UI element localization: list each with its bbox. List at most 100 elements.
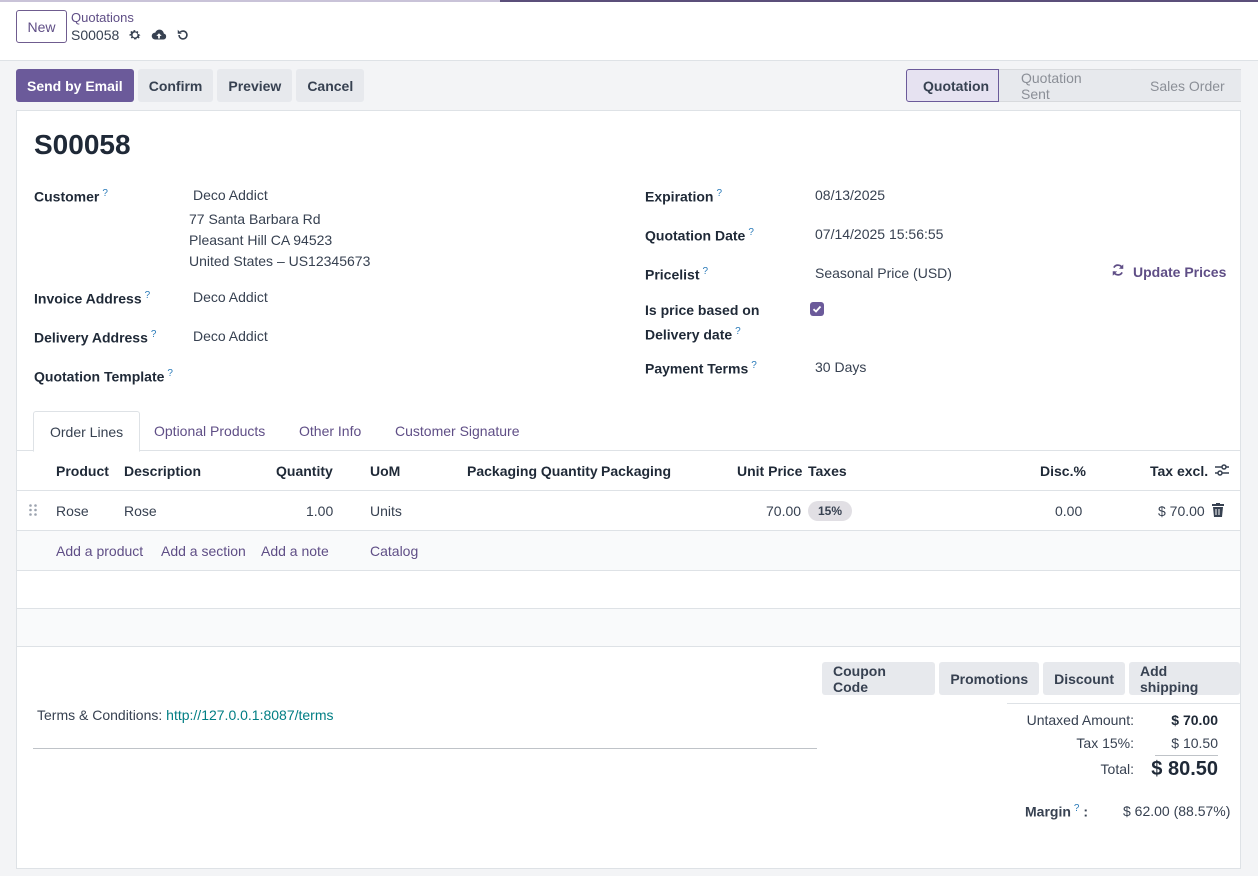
- add-product-link[interactable]: Add a product: [56, 531, 143, 571]
- empty-row: [17, 571, 1240, 609]
- cell-unit-price[interactable]: 70.00: [766, 491, 801, 531]
- record-name: S00058: [71, 27, 120, 43]
- cell-product[interactable]: Rose: [56, 491, 89, 531]
- refresh-icon: [1111, 263, 1125, 280]
- send-by-email-button[interactable]: Send by Email: [16, 69, 134, 102]
- discount-button[interactable]: Discount: [1043, 662, 1125, 695]
- customer-address-line: United States – US12345673: [189, 253, 371, 269]
- status-label: Sales Order: [1150, 77, 1225, 94]
- confirm-button[interactable]: Confirm: [137, 69, 214, 102]
- col-packaging[interactable]: Packaging: [601, 451, 671, 491]
- col-product[interactable]: Product: [56, 451, 109, 491]
- col-unit-price[interactable]: Unit Price: [737, 451, 802, 491]
- pricelist-field[interactable]: Seasonal Price (USD): [815, 263, 952, 284]
- terms-divider: [33, 748, 817, 749]
- total-divider: [1155, 755, 1218, 756]
- col-taxes[interactable]: Taxes: [808, 451, 847, 491]
- col-tax-excl[interactable]: Tax excl.: [1150, 451, 1208, 491]
- coupon-code-button[interactable]: Coupon Code: [822, 662, 936, 695]
- status-label: Quotation Sent: [1021, 69, 1082, 102]
- terms-link[interactable]: http://127.0.0.1:8087/terms: [166, 707, 333, 723]
- status-quotation-sent[interactable]: Quotation Sent: [999, 69, 1139, 102]
- notebook-tabs: Order Lines Optional Products Other Info…: [17, 411, 1240, 452]
- gear-icon[interactable]: [127, 27, 143, 43]
- customer-label: Customer?: [34, 188, 108, 205]
- quotation-template-label: Quotation Template?: [34, 368, 173, 385]
- expiration-field[interactable]: 08/13/2025: [815, 185, 885, 206]
- terms-label: Terms & Conditions:: [37, 707, 163, 723]
- total-value: $ 80.50: [1151, 758, 1218, 780]
- delivery-address-field[interactable]: Deco Addict: [193, 326, 268, 347]
- cell-uom[interactable]: Units: [370, 491, 402, 531]
- action-buttons: Send by Email Confirm Preview Cancel: [16, 69, 365, 102]
- preview-button[interactable]: Preview: [217, 69, 293, 102]
- form-sheet: S00058 Customer? Deco Addict 77 Santa Ba…: [16, 110, 1241, 869]
- promotions-button[interactable]: Promotions: [939, 662, 1040, 695]
- cell-discount[interactable]: 0.00: [1055, 491, 1082, 531]
- update-prices-button[interactable]: Update Prices: [1111, 263, 1226, 280]
- update-prices-label: Update Prices: [1133, 263, 1227, 280]
- breadcrumb: Quotations S00058: [71, 10, 191, 44]
- status-bar: Quotation Quotation Sent Sales Order: [906, 69, 1241, 102]
- quotation-date-label: Quotation Date?: [645, 227, 754, 244]
- delivery-address-label: Delivery Address?: [34, 329, 157, 346]
- discard-icon[interactable]: [175, 27, 191, 43]
- order-lines-header: Product Description Quantity UoM Packagi…: [17, 451, 1240, 491]
- breadcrumb-parent[interactable]: Quotations: [71, 10, 191, 26]
- cloud-upload-icon[interactable]: [151, 27, 167, 43]
- tab-other-info[interactable]: Other Info: [283, 411, 377, 451]
- col-quantity[interactable]: Quantity: [276, 451, 333, 491]
- status-quotation[interactable]: Quotation: [906, 69, 999, 102]
- status-sales-order[interactable]: Sales Order: [1130, 69, 1241, 102]
- quotation-template-field[interactable]: [193, 363, 413, 384]
- quotation-date-field[interactable]: 07/14/2025 15:56:55: [815, 224, 943, 245]
- control-panel: New Quotations S00058: [0, 2, 1258, 61]
- tax-badge[interactable]: 15%: [808, 501, 853, 521]
- catalog-link[interactable]: Catalog: [370, 531, 418, 571]
- total-label: Total:: [1100, 761, 1134, 777]
- cell-subtotal: $ 70.00: [1158, 503, 1205, 519]
- tax-label: Tax 15%:: [1076, 735, 1134, 751]
- price-based-checkbox[interactable]: [810, 302, 824, 316]
- payment-terms-field[interactable]: 30 Days: [815, 357, 866, 378]
- table-row[interactable]: Rose Rose 1.00 Units 70.00 15% 0.00 $ 70…: [17, 491, 1240, 531]
- new-button[interactable]: New: [16, 10, 67, 43]
- untaxed-label: Untaxed Amount:: [1026, 712, 1134, 728]
- invoice-address-field[interactable]: Deco Addict: [193, 287, 268, 308]
- customer-field[interactable]: Deco Addict: [193, 185, 268, 206]
- cancel-button[interactable]: Cancel: [296, 69, 365, 102]
- trash-icon[interactable]: [1212, 492, 1224, 532]
- col-discount[interactable]: Disc.%: [1040, 451, 1086, 491]
- col-uom[interactable]: UoM: [370, 451, 400, 491]
- untaxed-value: $ 70.00: [1171, 712, 1218, 728]
- margin-label: Margin? :: [1025, 803, 1089, 820]
- customer-address-line: 77 Santa Barbara Rd: [189, 211, 321, 227]
- terms-conditions: Terms & Conditions: http://127.0.0.1:808…: [37, 707, 334, 723]
- pricelist-label: Pricelist?: [645, 266, 709, 283]
- empty-row: [17, 609, 1240, 647]
- payment-terms-label: Payment Terms?: [645, 360, 757, 377]
- add-line-row: Add a product Add a section Add a note C…: [17, 531, 1240, 571]
- price-based-label: Is price based on: [645, 302, 760, 318]
- cell-quantity[interactable]: 1.00: [306, 491, 333, 531]
- add-section-link[interactable]: Add a section: [161, 531, 246, 571]
- drag-handle-icon[interactable]: [28, 492, 38, 532]
- invoice-address-label: Invoice Address?: [34, 290, 151, 307]
- margin-value: $ 62.00 (88.57%): [1123, 803, 1231, 819]
- col-description[interactable]: Description: [124, 451, 201, 491]
- expiration-label: Expiration?: [645, 188, 723, 205]
- tax-value: $ 10.50: [1171, 735, 1218, 751]
- tab-order-lines[interactable]: Order Lines: [33, 411, 141, 452]
- add-note-link[interactable]: Add a note: [261, 531, 329, 571]
- tab-optional-products[interactable]: Optional Products: [138, 411, 281, 451]
- tab-customer-signature[interactable]: Customer Signature: [379, 411, 536, 451]
- cell-description[interactable]: Rose: [124, 491, 157, 531]
- totals-panel: [1007, 703, 1240, 704]
- status-label: Quotation: [923, 77, 990, 94]
- column-settings-icon[interactable]: [1214, 452, 1230, 492]
- col-packaging-quantity[interactable]: Packaging Quantity: [467, 451, 598, 491]
- add-shipping-button[interactable]: Add shipping: [1129, 662, 1240, 695]
- record-title: S00058: [34, 129, 131, 160]
- price-based-label-2: Delivery date?: [645, 326, 741, 343]
- customer-address-line: Pleasant Hill CA 94523: [189, 232, 333, 248]
